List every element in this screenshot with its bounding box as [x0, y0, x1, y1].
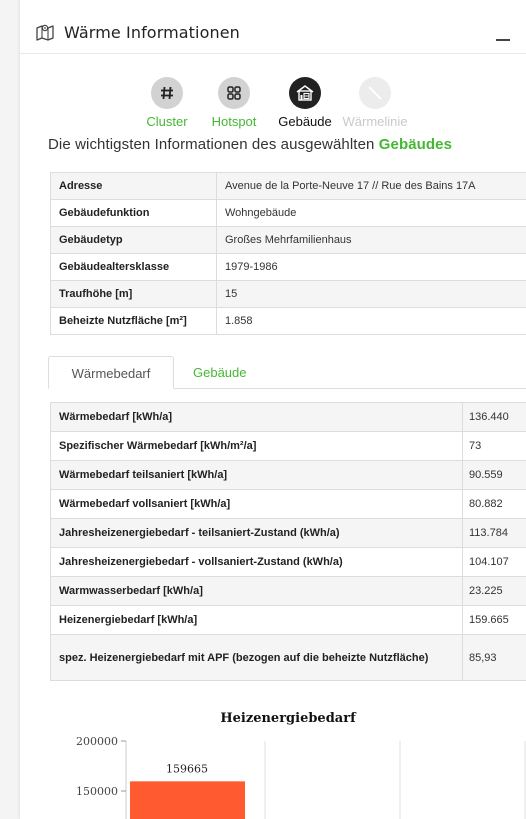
- headline-text: Die wichtigsten Informationen des ausgew…: [48, 136, 379, 153]
- row-key: Warmwasserbedarf [kWh/a]: [50, 576, 463, 606]
- panel-body: Wärme Informationen Cluster Hotspot Gebä…: [20, 0, 526, 819]
- table-row: Gebäudealtersklasse 1979-1986: [50, 253, 526, 281]
- panel-header: Wärme Informationen: [20, 10, 526, 54]
- row-key: Gebäudealtersklasse: [50, 253, 217, 281]
- table-row: spez. Heizenergiebedarf mit APF (bezogen…: [50, 634, 526, 681]
- table-row: Wärmebedarf teilsaniert [kWh/a] 90.559: [50, 460, 526, 490]
- table-row: Wärmebedarf [kWh/a] 136.440: [50, 402, 526, 432]
- row-value: 1.858: [216, 307, 526, 335]
- row-key: Wärmebedarf teilsaniert [kWh/a]: [50, 460, 463, 490]
- tab-gebaeude[interactable]: Gebäude: [193, 356, 247, 389]
- table-row: Spezifischer Wärmebedarf [kWh/m²/a] 73: [50, 431, 526, 461]
- row-key: Wärmebedarf [kWh/a]: [50, 402, 463, 432]
- row-value: 80.882: [462, 489, 526, 519]
- heat-demand-table: Wärmebedarf [kWh/a] 136.440 Spezifischer …: [50, 402, 526, 681]
- tool-building[interactable]: Gebäude: [272, 77, 338, 129]
- row-key: Traufhöhe [m]: [50, 280, 217, 308]
- tool-hotspot-label: Hotspot: [211, 114, 257, 129]
- map-icon: [35, 22, 55, 42]
- row-key: Gebäudetyp: [50, 226, 217, 254]
- table-row: Jahresheizenergiebedarf - vollsaniert-Zu…: [50, 547, 526, 577]
- building-info-table: Adresse Avenue de la Porte-Neuve 17 // Ru…: [50, 172, 526, 335]
- heating-energy-chart: Heizenergiebedarf 200000 150000 159665: [50, 705, 526, 819]
- row-value: 136.440: [462, 402, 526, 432]
- tool-heatline: Wärmelinie: [340, 77, 410, 129]
- row-value: Avenue de la Porte-Neuve 17 // Rue des B…: [216, 172, 526, 200]
- row-value: 85,93: [462, 634, 526, 681]
- table-row: Heizenergiebedarf [kWh/a] 159.665: [50, 605, 526, 635]
- row-value: 159.665: [462, 605, 526, 635]
- hash-icon: [151, 77, 183, 109]
- tool-hotspot[interactable]: Hotspot: [204, 77, 264, 129]
- row-value: Großes Mehrfamilienhaus: [216, 226, 526, 254]
- panel-title: Wärme Informationen: [64, 23, 240, 42]
- tool-building-label: Gebäude: [278, 114, 332, 129]
- row-key: Jahresheizenergiebedarf - vollsaniert-Zu…: [50, 547, 463, 577]
- map-edge: [0, 0, 20, 819]
- tab-waermebedarf[interactable]: Wärmebedarf: [48, 356, 174, 389]
- tab-bar: Wärmebedarf Gebäude: [48, 356, 526, 389]
- row-key: Gebäudefunktion: [50, 199, 217, 227]
- bar-0: [130, 781, 245, 819]
- tool-cluster-label: Cluster: [146, 114, 188, 129]
- y-tick-label-0: 200000: [76, 735, 118, 748]
- tool-heatline-label: Wärmelinie: [342, 114, 408, 129]
- row-value: 73: [462, 431, 526, 461]
- row-value: 23.225: [462, 576, 526, 606]
- bar-data-label-0: 159665: [166, 762, 208, 775]
- row-value: Wohngebäude: [216, 199, 526, 227]
- table-row: Gebäudetyp Großes Mehrfamilienhaus: [50, 226, 526, 254]
- minimize-button[interactable]: [492, 18, 516, 42]
- row-value: 1979-1986: [216, 253, 526, 281]
- table-row: Traufhöhe [m] 15: [50, 280, 526, 308]
- headline-highlight: Gebäudes: [378, 136, 453, 153]
- building-icon: [289, 77, 321, 109]
- table-row: Wärmebedarf vollsaniert [kWh/a] 80.882: [50, 489, 526, 519]
- table-row: Gebäudefunktion Wohngebäude: [50, 199, 526, 227]
- section-headline: Die wichtigsten Informationen des ausgew…: [48, 136, 452, 153]
- row-value: 90.559: [462, 460, 526, 490]
- line-icon: [359, 77, 391, 109]
- table-row: Warmwasserbedarf [kWh/a] 23.225: [50, 576, 526, 606]
- row-key: Wärmebedarf vollsaniert [kWh/a]: [50, 489, 463, 519]
- row-value: 104.107: [462, 547, 526, 577]
- chart-canvas: 200000 150000 159665: [76, 735, 526, 819]
- row-key: Jahresheizenergiebedarf - teilsaniert-Zu…: [50, 518, 463, 548]
- row-value: 113.784: [462, 518, 526, 548]
- row-key: Spezifischer Wärmebedarf [kWh/m²/a]: [50, 431, 463, 461]
- row-key: Adresse: [50, 172, 217, 200]
- row-key: Heizenergiebedarf [kWh/a]: [50, 605, 463, 635]
- table-row: Beheizte Nutzfläche [m²] 1.858: [50, 307, 526, 335]
- y-tick-label-1: 150000: [76, 785, 118, 798]
- grid-icon: [218, 77, 250, 109]
- table-row: Adresse Avenue de la Porte-Neuve 17 // Ru…: [50, 172, 526, 200]
- heat-info-panel: Wärme Informationen Cluster Hotspot Gebä…: [0, 0, 526, 819]
- tool-cluster[interactable]: Cluster: [137, 77, 197, 129]
- row-key: spez. Heizenergiebedarf mit APF (bezogen…: [50, 634, 463, 681]
- table-row: Jahresheizenergiebedarf - teilsaniert-Zu…: [50, 518, 526, 548]
- row-key: Beheizte Nutzfläche [m²]: [50, 307, 217, 335]
- row-value: 15: [216, 280, 526, 308]
